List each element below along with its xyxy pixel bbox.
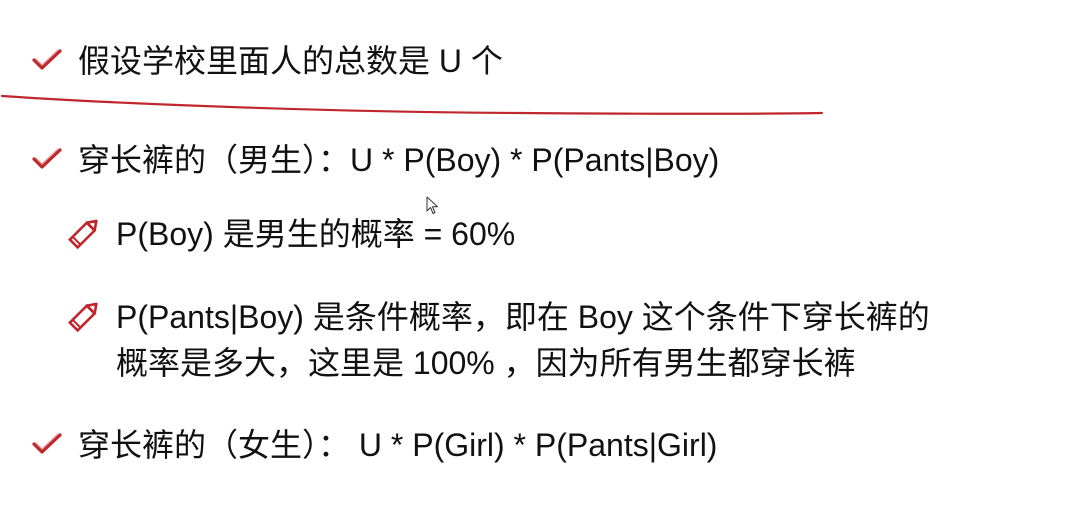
cursor-arrow-icon [426,196,438,214]
slide: 假设学校里面人的总数是 U 个 穿长裤的（男生）：U * P(Boy) * P(… [0,0,1081,513]
bullet-item-total: 假设学校里面人的总数是 U 个 [30,38,503,84]
bullet-item-girls: 穿长裤的（女生）： U * P(Girl) * P(Pants|Girl) [30,422,717,468]
pencil-icon [64,211,104,257]
bullet-text: 穿长裤的（男生）：U * P(Boy) * P(Pants|Boy) [78,142,720,178]
bullet-item-boys: 穿长裤的（男生）：U * P(Boy) * P(Pants|Boy) [30,137,719,183]
bullet-text: 穿长裤的（女生）： U * P(Girl) * P(Pants|Girl) [78,427,718,463]
check-icon [30,38,64,84]
check-icon [30,137,64,183]
bullet-text: 假设学校里面人的总数是 U 个 [78,43,503,79]
sub-item-p-pants-boy: P(Pants|Boy) 是条件概率，即在 Boy 这个条件下穿长裤的 概率是多… [64,294,930,386]
sub-item-text-line1: P(Pants|Boy) 是条件概率，即在 Boy 这个条件下穿长裤的 [116,299,930,335]
pencil-icon [64,294,104,340]
sub-item-text-line2: 概率是多大，这里是 100% ，因为所有男生都穿长裤 [116,345,856,381]
check-icon [30,422,64,468]
sub-item-text: P(Pants|Boy) 是条件概率，即在 Boy 这个条件下穿长裤的 概率是多… [116,294,930,386]
sub-item-p-boy: P(Boy) 是男生的概率 = 60% [64,211,515,257]
sub-item-text: P(Boy) 是男生的概率 = 60% [116,216,516,252]
